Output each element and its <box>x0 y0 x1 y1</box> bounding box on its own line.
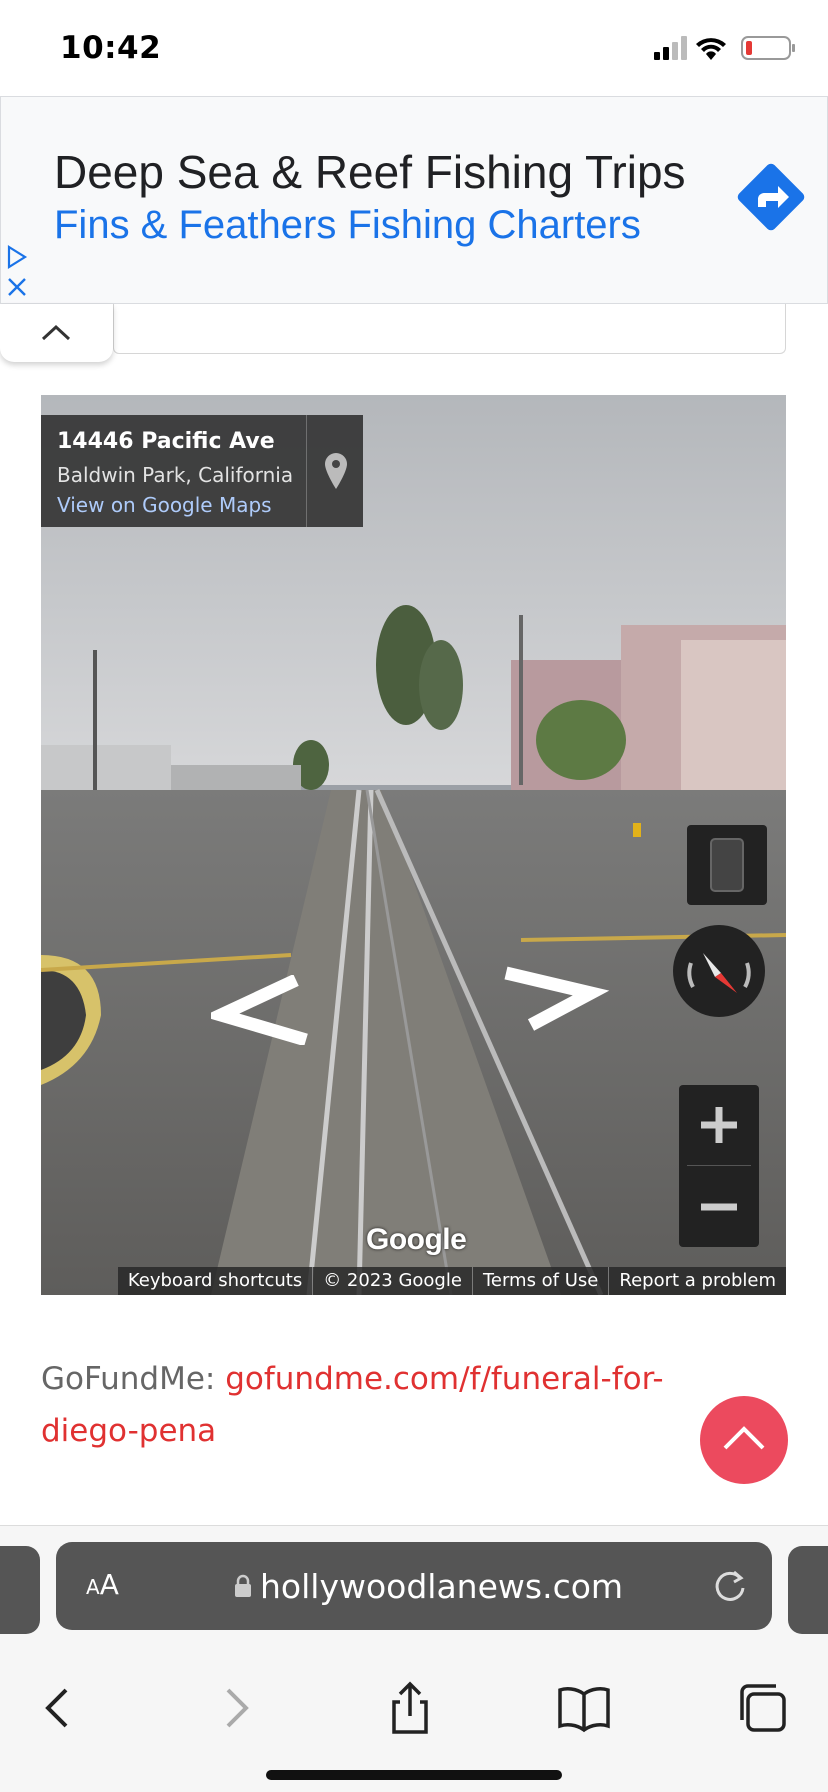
url-display[interactable]: hollywoodlanews.com <box>234 1564 623 1608</box>
zoom-controls <box>679 1085 759 1247</box>
ad-choices-icon[interactable] <box>5 245 29 269</box>
back-icon[interactable] <box>30 1680 86 1736</box>
url-text: hollywoodlanews.com <box>260 1566 624 1606</box>
tabs-icon[interactable] <box>734 1680 790 1736</box>
zoom-out-icon[interactable] <box>679 1167 759 1247</box>
gofundme-paragraph: GoFundMe: gofundme.com/f/funeral-for-die… <box>41 1353 741 1457</box>
lock-icon <box>235 1574 251 1597</box>
street-view-panorama[interactable] <box>41 395 786 1295</box>
forward-icon[interactable] <box>208 1680 264 1736</box>
cellular-signal-icon <box>654 36 687 60</box>
map-pin-icon <box>325 453 347 489</box>
zoom-in-icon[interactable] <box>679 1085 759 1165</box>
chevron-up-icon <box>723 1426 765 1450</box>
status-icons <box>654 36 795 60</box>
directions-arrow-icon[interactable] <box>731 157 811 237</box>
ad-title[interactable]: Deep Sea & Reef Fishing Trips <box>54 145 686 199</box>
fullscreen-button[interactable] <box>687 825 767 905</box>
previous-tab-peek[interactable] <box>0 1546 40 1634</box>
zoom-divider <box>687 1165 751 1166</box>
location-info-card: 14446 Pacific Ave Baldwin Park, Californ… <box>41 415 363 527</box>
reload-icon[interactable] <box>710 1566 750 1606</box>
location-address: 14446 Pacific Ave <box>57 429 275 454</box>
home-indicator <box>266 1770 562 1780</box>
battery-low-icon <box>741 36 795 60</box>
compass-icon[interactable] <box>671 923 767 1019</box>
status-bar: 10:42 <box>0 0 828 96</box>
report-problem-link[interactable]: Report a problem <box>608 1267 786 1295</box>
safari-toolbar <box>0 1658 828 1750</box>
map-pin-button[interactable] <box>306 415 363 527</box>
fullscreen-icon <box>710 838 744 892</box>
ad-banner[interactable]: Deep Sea & Reef Fishing Trips Fins & Fea… <box>0 96 828 304</box>
pan-left-arrow[interactable] <box>211 975 321 1045</box>
text-size-button[interactable]: AA <box>86 1568 119 1601</box>
share-icon[interactable] <box>382 1680 438 1736</box>
view-on-google-maps-link[interactable]: View on Google Maps <box>57 493 272 517</box>
street-view-embed[interactable]: 14446 Pacific Ave Baldwin Park, Californ… <box>41 395 786 1295</box>
next-tab-peek[interactable] <box>788 1546 828 1634</box>
bookmarks-icon[interactable] <box>556 1680 612 1736</box>
scroll-to-top-button[interactable] <box>700 1396 788 1484</box>
safari-bottom-bar: AA hollywoodlanews.com <box>0 1525 828 1792</box>
embed-frame-edge <box>113 304 786 354</box>
chevron-up-icon <box>41 324 71 341</box>
street-view-footer: Keyboard shortcuts © 2023 Google Terms o… <box>117 1267 786 1295</box>
collapse-ad-button[interactable] <box>0 304 113 362</box>
terms-of-use-link[interactable]: Terms of Use <box>471 1267 608 1295</box>
ad-advertiser[interactable]: Fins & Feathers Fishing Charters <box>54 203 641 248</box>
gofundme-label: GoFundMe: <box>41 1361 226 1397</box>
pan-right-arrow[interactable] <box>501 965 611 1035</box>
location-city: Baldwin Park, California <box>57 463 294 487</box>
google-logo: Google <box>366 1223 467 1256</box>
address-bar[interactable]: AA hollywoodlanews.com <box>56 1542 772 1630</box>
ad-close-icon[interactable] <box>5 275 29 299</box>
copyright-text: © 2023 Google <box>312 1267 472 1295</box>
keyboard-shortcuts-link[interactable]: Keyboard shortcuts <box>118 1267 312 1295</box>
wifi-icon <box>696 38 726 60</box>
status-time: 10:42 <box>60 30 162 66</box>
